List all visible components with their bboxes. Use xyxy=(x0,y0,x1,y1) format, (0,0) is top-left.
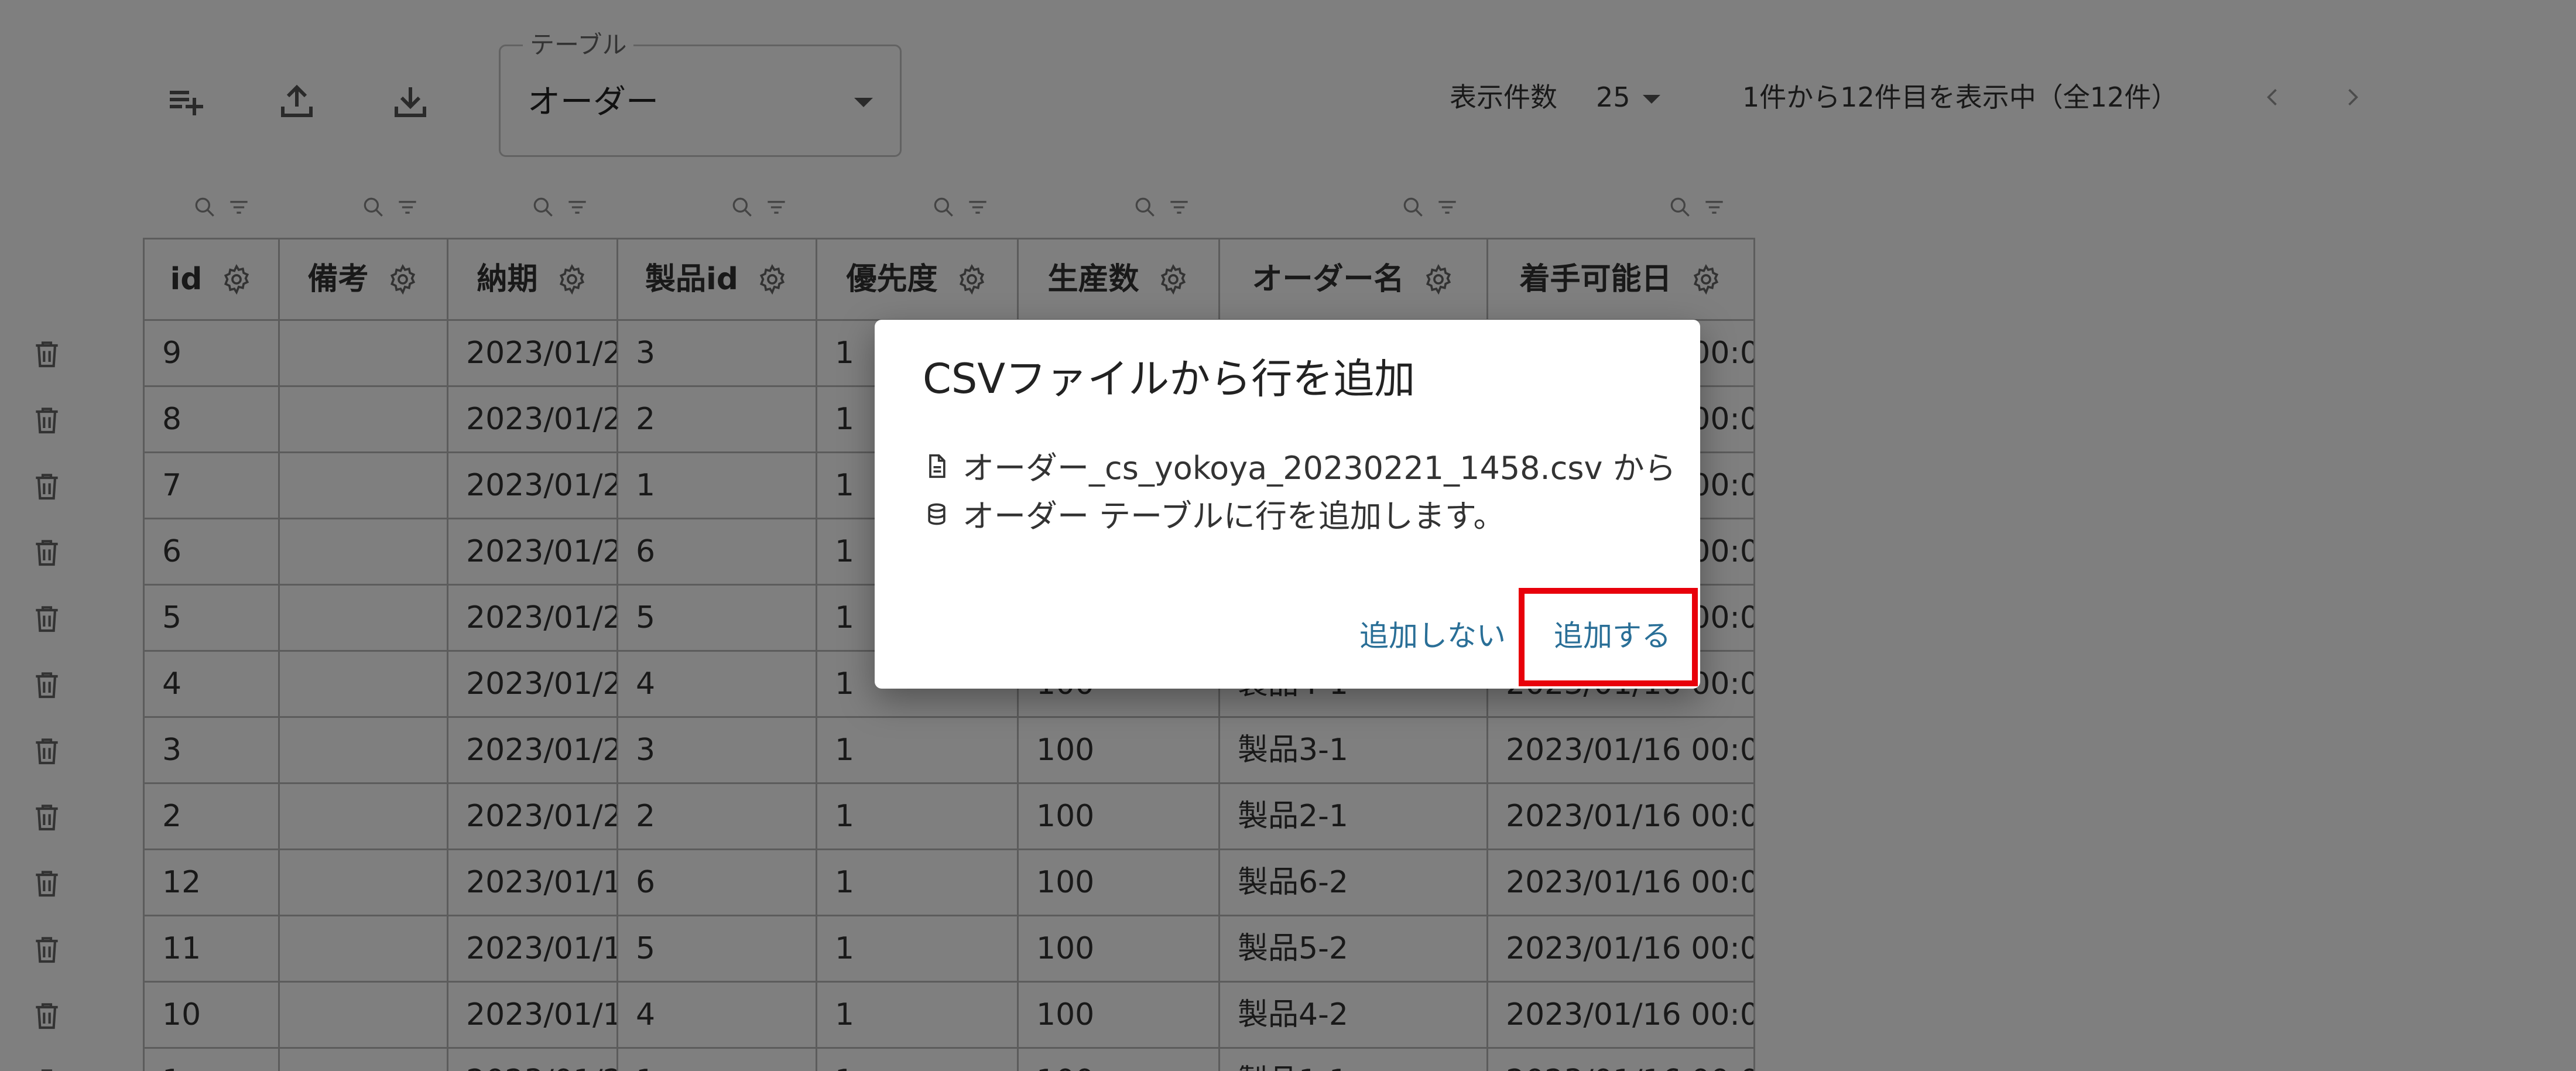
app-screen: テーブル オーダー 表示件数 25 1件から12件目を表示中（全12件） id備… xyxy=(0,0,2576,1071)
database-icon xyxy=(924,495,950,538)
cancel-add-button[interactable]: 追加しない xyxy=(1359,618,1506,653)
highlight-box xyxy=(1519,588,1698,686)
dialog-title: CSVファイルから行を追加 xyxy=(923,355,1416,403)
dialog-table-line: オーダー テーブルに行を追加します。 xyxy=(924,495,1505,538)
dialog-file-text: オーダー_cs_yokoya_20230221_1458.csv から xyxy=(962,450,1676,487)
file-icon xyxy=(924,447,950,490)
dialog-file-line: オーダー_cs_yokoya_20230221_1458.csv から xyxy=(924,447,1676,490)
dialog-table-text: オーダー テーブルに行を追加します。 xyxy=(962,498,1505,535)
